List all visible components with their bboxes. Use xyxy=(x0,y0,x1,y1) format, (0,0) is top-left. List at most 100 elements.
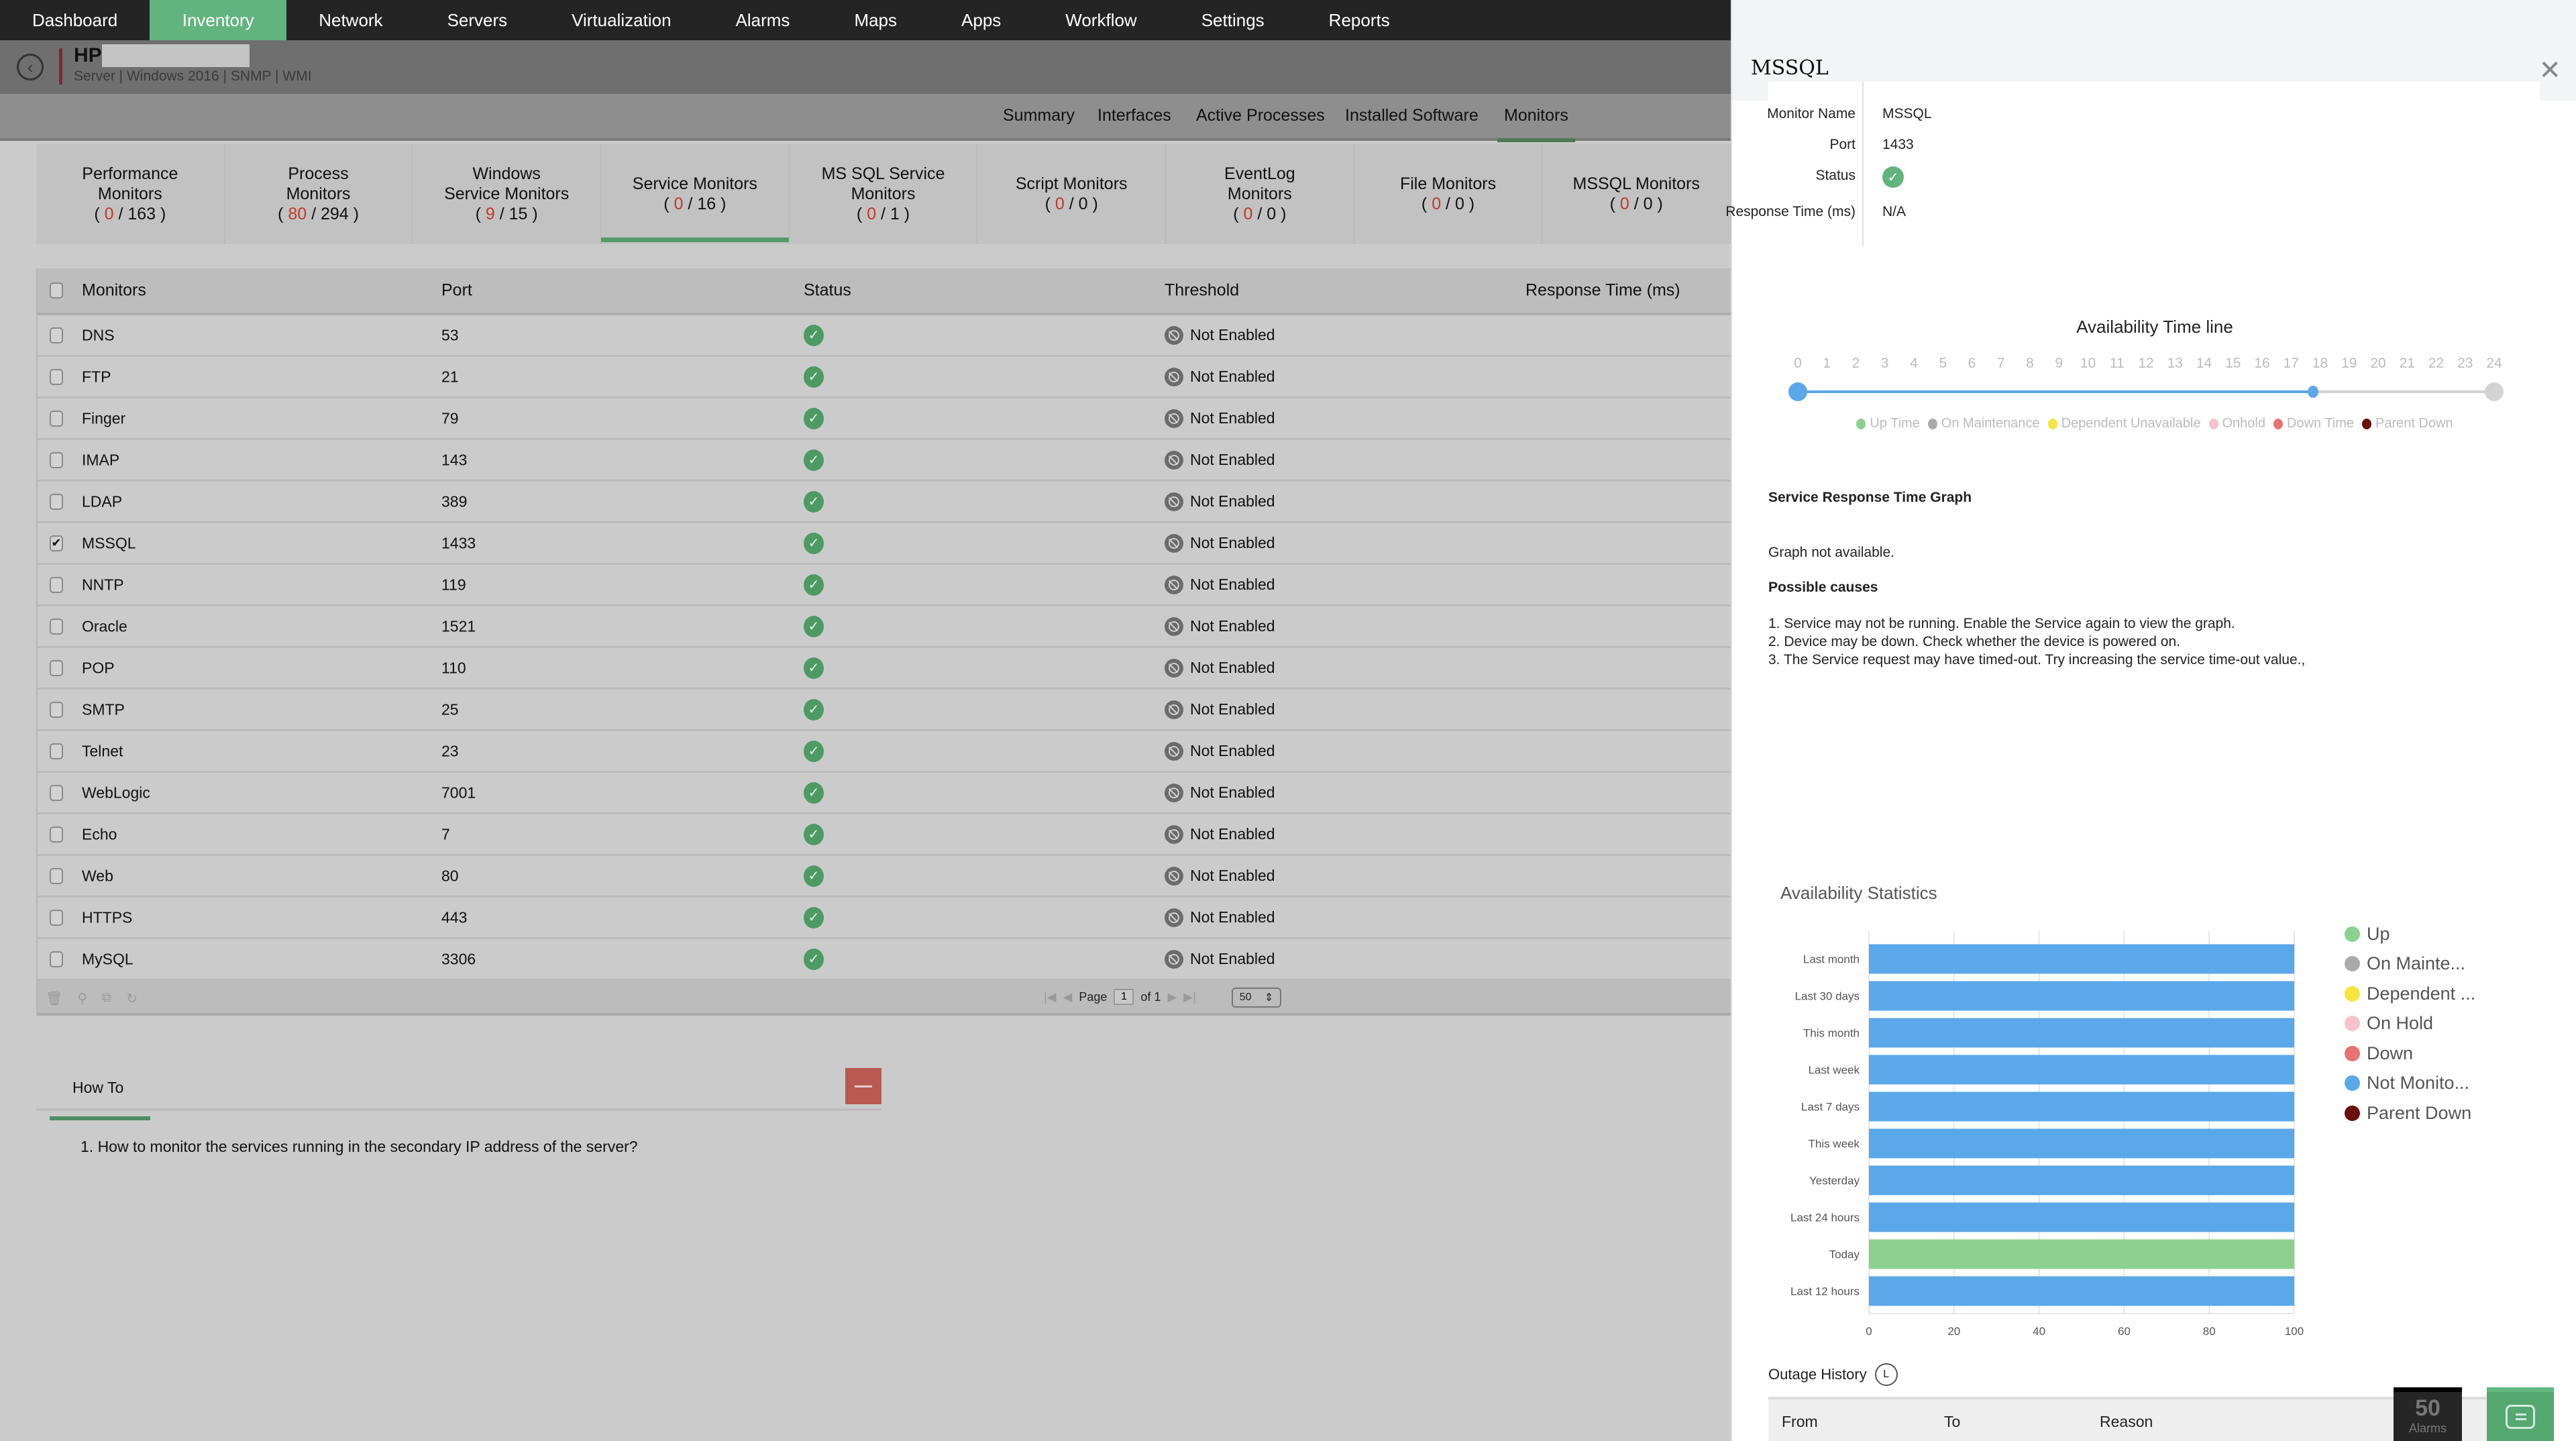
monitor-name[interactable]: MSSQL xyxy=(82,534,136,552)
table-row[interactable]: ✔ MSSQL 1433 ✓ Not Enabled xyxy=(38,523,1731,565)
table-row[interactable]: HTTPS 443 ✓ Not Enabled xyxy=(38,898,1731,939)
search-icon[interactable]: ⚲ xyxy=(77,990,87,1007)
nav-settings[interactable]: Settings xyxy=(1169,0,1297,40)
close-icon[interactable]: ✕ xyxy=(2538,55,2561,86)
select-all-checkbox[interactable] xyxy=(50,282,63,299)
nav-reports[interactable]: Reports xyxy=(1297,0,1422,40)
monitor-name[interactable]: NNTP xyxy=(82,576,124,594)
copy-icon[interactable]: ⧉ xyxy=(102,990,111,1007)
row-checkbox[interactable] xyxy=(50,576,63,593)
row-checkbox[interactable] xyxy=(50,493,63,510)
next-page-icon[interactable]: ▶ xyxy=(1167,990,1177,1004)
monitor-name[interactable]: FTP xyxy=(82,368,111,386)
row-checkbox[interactable] xyxy=(50,743,63,759)
tab-eventlog-monitors[interactable]: EventLog Monitors ( 0 / 0 ) xyxy=(1166,144,1354,244)
table-row[interactable]: Web 80 ✓ Not Enabled xyxy=(38,856,1731,898)
tab-how-to[interactable]: How To xyxy=(49,1079,151,1120)
row-checkbox[interactable] xyxy=(50,410,63,427)
table-row[interactable]: Telnet 23 ✓ Not Enabled xyxy=(38,731,1731,773)
monitor-name[interactable]: MySQL xyxy=(82,950,133,968)
monitor-name[interactable]: HTTPS xyxy=(82,908,132,926)
monitor-name[interactable]: Oracle xyxy=(82,617,127,635)
tab-script-monitors[interactable]: Script Monitors ( 0 / 0 ) xyxy=(977,144,1167,244)
subtab-summary[interactable]: Summary xyxy=(1003,106,1075,125)
row-checkbox[interactable] xyxy=(50,784,63,801)
table-row[interactable]: MySQL 3306 ✓ Not Enabled xyxy=(38,939,1731,981)
tab-file-monitors[interactable]: File Monitors ( 0 / 0 ) xyxy=(1354,144,1543,244)
nav-servers[interactable]: Servers xyxy=(415,0,540,40)
monitor-name[interactable]: DNS xyxy=(82,326,115,344)
subtab-active-processes[interactable]: Active Processes xyxy=(1196,106,1325,125)
nav-apps[interactable]: Apps xyxy=(929,0,1033,40)
row-checkbox[interactable] xyxy=(50,826,63,843)
subtab-monitors[interactable]: Monitors xyxy=(1497,106,1575,142)
table-row[interactable]: POP 110 ✓ Not Enabled xyxy=(38,648,1731,690)
chart-legend-item[interactable]: On Mainte... xyxy=(2345,949,2475,979)
row-checkbox[interactable] xyxy=(50,618,63,635)
header-status[interactable]: Status xyxy=(804,281,851,301)
monitor-name[interactable]: LDAP xyxy=(82,492,122,511)
clock-icon[interactable]: L xyxy=(1874,1363,1898,1386)
header-monitors[interactable]: Monitors xyxy=(82,281,146,301)
row-checkbox[interactable]: ✔ xyxy=(50,535,63,551)
row-checkbox[interactable] xyxy=(50,659,63,676)
table-row[interactable]: Echo 7 ✓ Not Enabled xyxy=(38,814,1731,856)
prev-page-icon[interactable]: ◀ xyxy=(1063,990,1073,1004)
table-row[interactable]: LDAP 389 ✓ Not Enabled xyxy=(38,482,1731,523)
last-page-icon[interactable]: ▶| xyxy=(1183,990,1196,1004)
refresh-icon[interactable]: ↻ xyxy=(126,990,138,1007)
nav-dashboard[interactable]: Dashboard xyxy=(0,0,150,40)
chat-button[interactable] xyxy=(2487,1387,2554,1441)
header-threshold[interactable]: Threshold xyxy=(1165,281,1239,301)
table-row[interactable]: DNS 53 ✓ Not Enabled xyxy=(38,315,1731,357)
chart-legend-item[interactable]: Down xyxy=(2345,1038,2475,1069)
table-row[interactable]: NNTP 119 ✓ Not Enabled xyxy=(38,565,1731,606)
tab-process-monitors[interactable]: Process Monitors ( 80 / 294 ) xyxy=(225,144,413,244)
monitor-name[interactable]: Finger xyxy=(82,409,125,427)
first-page-icon[interactable]: |◀ xyxy=(1044,990,1057,1004)
row-checkbox[interactable] xyxy=(50,909,63,926)
monitor-name[interactable]: POP xyxy=(82,659,115,677)
tab-performance-monitors[interactable]: Performance Monitors ( 0 / 163 ) xyxy=(36,144,225,244)
delete-icon[interactable]: 🗑 xyxy=(46,990,62,1007)
table-row[interactable]: IMAP 143 ✓ Not Enabled xyxy=(38,440,1731,482)
monitor-name[interactable]: IMAP xyxy=(82,451,119,469)
monitor-name[interactable]: WebLogic xyxy=(82,784,150,802)
row-checkbox[interactable] xyxy=(50,701,63,718)
nav-virtualization[interactable]: Virtualization xyxy=(539,0,703,40)
chart-legend-item[interactable]: Dependent ... xyxy=(2345,979,2475,1009)
table-row[interactable]: WebLogic 7001 ✓ Not Enabled xyxy=(38,773,1731,814)
chart-legend-item[interactable]: On Hold xyxy=(2345,1009,2475,1039)
row-checkbox[interactable] xyxy=(50,368,63,385)
nav-alarms[interactable]: Alarms xyxy=(704,0,822,40)
chart-legend-item[interactable]: Parent Down xyxy=(2345,1098,2475,1128)
nav-maps[interactable]: Maps xyxy=(822,0,929,40)
nav-network[interactable]: Network xyxy=(286,0,415,40)
subtab-installed-software[interactable]: Installed Software xyxy=(1345,106,1479,125)
chart-legend-item[interactable]: Not Monito... xyxy=(2345,1069,2475,1099)
table-row[interactable]: FTP 21 ✓ Not Enabled xyxy=(38,357,1731,398)
tab-windows-service-monitors[interactable]: Windows Service Monitors ( 9 / 15 ) xyxy=(413,144,602,244)
row-checkbox[interactable] xyxy=(50,451,63,468)
monitor-name[interactable]: Echo xyxy=(82,825,117,843)
tab-service-monitors[interactable]: Service Monitors ( 0 / 16 ) xyxy=(601,144,790,244)
monitor-name[interactable]: Telnet xyxy=(82,742,123,760)
tab-mssql-monitors[interactable]: MSSQL Monitors ( 0 / 0 ) xyxy=(1542,144,1731,244)
chart-legend-item[interactable]: Up xyxy=(2345,919,2475,949)
page-input[interactable] xyxy=(1114,989,1134,1005)
subtab-interfaces[interactable]: Interfaces xyxy=(1097,106,1171,125)
alarms-badge[interactable]: 50 Alarms xyxy=(2394,1387,2462,1441)
tab-ms-sql-service-monitors[interactable]: MS SQL Service Monitors ( 0 / 1 ) xyxy=(790,144,978,244)
nav-workflow[interactable]: Workflow xyxy=(1033,0,1169,40)
row-checkbox[interactable] xyxy=(50,327,63,343)
row-checkbox[interactable] xyxy=(50,951,63,967)
row-checkbox[interactable] xyxy=(50,867,63,884)
collapse-button[interactable] xyxy=(845,1068,881,1104)
header-response-time[interactable]: Response Time (ms) xyxy=(1525,281,1680,301)
howto-question-link[interactable]: 1. How to monitor the services running i… xyxy=(80,1138,881,1156)
table-row[interactable]: Finger 79 ✓ Not Enabled xyxy=(38,398,1731,440)
table-row[interactable]: SMTP 25 ✓ Not Enabled xyxy=(38,690,1731,731)
page-size-select[interactable]: 50 ⇕ xyxy=(1232,988,1281,1008)
monitor-name[interactable]: Web xyxy=(82,867,113,885)
monitor-name[interactable]: SMTP xyxy=(82,700,125,718)
